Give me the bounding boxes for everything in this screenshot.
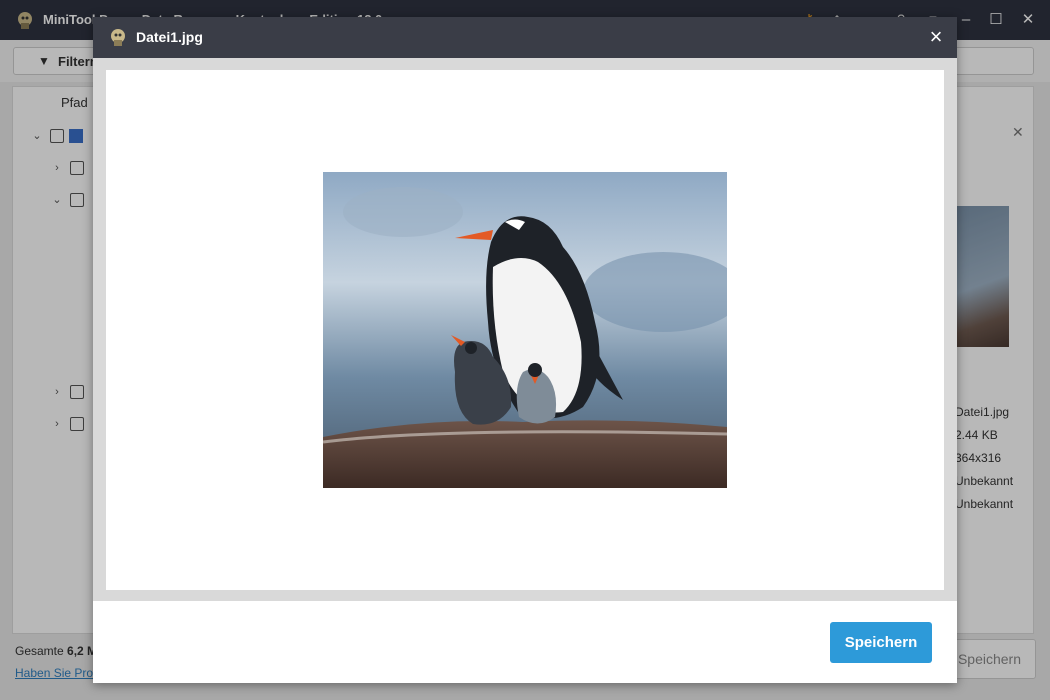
dialog-titlebar: Datei1.jpg × — [93, 17, 957, 58]
dialog-title: Datei1.jpg — [136, 29, 203, 45]
preview-area — [93, 58, 957, 601]
preview-dialog: Datei1.jpg × Speichern — [93, 17, 957, 683]
close-icon[interactable]: × — [925, 26, 947, 48]
preview-canvas — [106, 70, 944, 590]
minitool-logo-icon — [111, 29, 125, 46]
save-button[interactable]: Speichern — [830, 622, 932, 663]
penguin-photo — [323, 172, 727, 488]
dialog-footer: Speichern — [93, 601, 957, 683]
